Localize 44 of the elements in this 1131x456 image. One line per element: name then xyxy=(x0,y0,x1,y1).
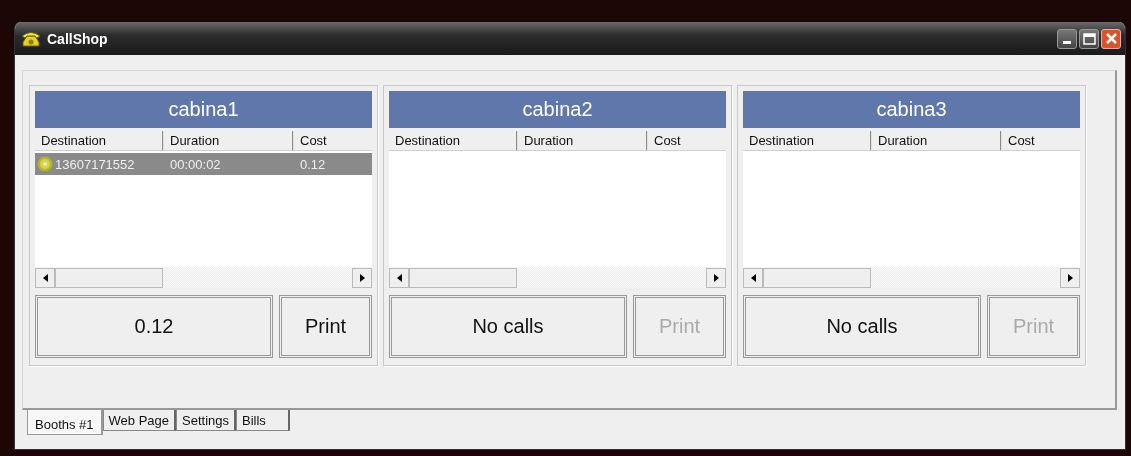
scroll-left-button[interactable] xyxy=(743,267,763,288)
column-header[interactable]: Destination xyxy=(743,131,872,151)
scroll-right-button[interactable] xyxy=(1060,267,1080,288)
right-arrow-icon xyxy=(713,273,719,282)
tab[interactable]: Web Page xyxy=(102,410,176,431)
scroll-left-button[interactable] xyxy=(389,267,409,288)
disc-icon xyxy=(37,156,53,172)
total-button[interactable]: No calls xyxy=(389,295,627,358)
left-arrow-icon xyxy=(396,273,402,282)
tab[interactable]: Bills xyxy=(236,410,290,431)
scrollbar-thumb[interactable] xyxy=(55,267,163,288)
maximize-icon xyxy=(1082,32,1096,45)
scrollbar-thumb[interactable] xyxy=(763,267,871,288)
close-icon xyxy=(1104,32,1118,45)
maximize-button[interactable] xyxy=(1079,28,1099,49)
scroll-right-button[interactable] xyxy=(352,267,372,288)
scrollbar-thumb[interactable] xyxy=(409,267,517,288)
tab[interactable]: Booths #1 xyxy=(27,410,103,435)
booth-title: cabina1 xyxy=(35,91,372,128)
total-button[interactable]: No calls xyxy=(743,295,981,358)
close-button[interactable] xyxy=(1101,28,1121,49)
right-arrow-icon xyxy=(359,273,365,282)
destination-text: 13607171552 xyxy=(55,156,135,172)
scroll-left-button[interactable] xyxy=(35,267,55,288)
total-button[interactable]: 0.12 xyxy=(35,295,273,358)
window-title: CallShop xyxy=(47,30,109,47)
booth-title: cabina2 xyxy=(389,91,726,128)
table-cell-text: 00:00:02 xyxy=(169,156,222,172)
booth-title: cabina3 xyxy=(743,91,1080,128)
column-header[interactable]: Duration xyxy=(872,131,1002,151)
scroll-right-button[interactable] xyxy=(706,267,726,288)
phone-icon xyxy=(21,29,41,48)
tab[interactable]: Settings xyxy=(176,410,236,431)
column-header[interactable]: Duration xyxy=(164,131,294,151)
right-arrow-icon xyxy=(1067,273,1073,282)
left-arrow-icon xyxy=(42,273,48,282)
column-header[interactable]: Destination xyxy=(35,131,164,151)
print-button[interactable]: Print xyxy=(279,295,372,358)
left-arrow-icon xyxy=(750,273,756,282)
table-cell-text: 0.12 xyxy=(299,156,327,172)
minimize-icon xyxy=(1063,41,1071,44)
column-header[interactable]: Duration xyxy=(518,131,648,151)
minimize-button[interactable] xyxy=(1057,28,1077,49)
column-header[interactable]: Destination xyxy=(389,131,518,151)
